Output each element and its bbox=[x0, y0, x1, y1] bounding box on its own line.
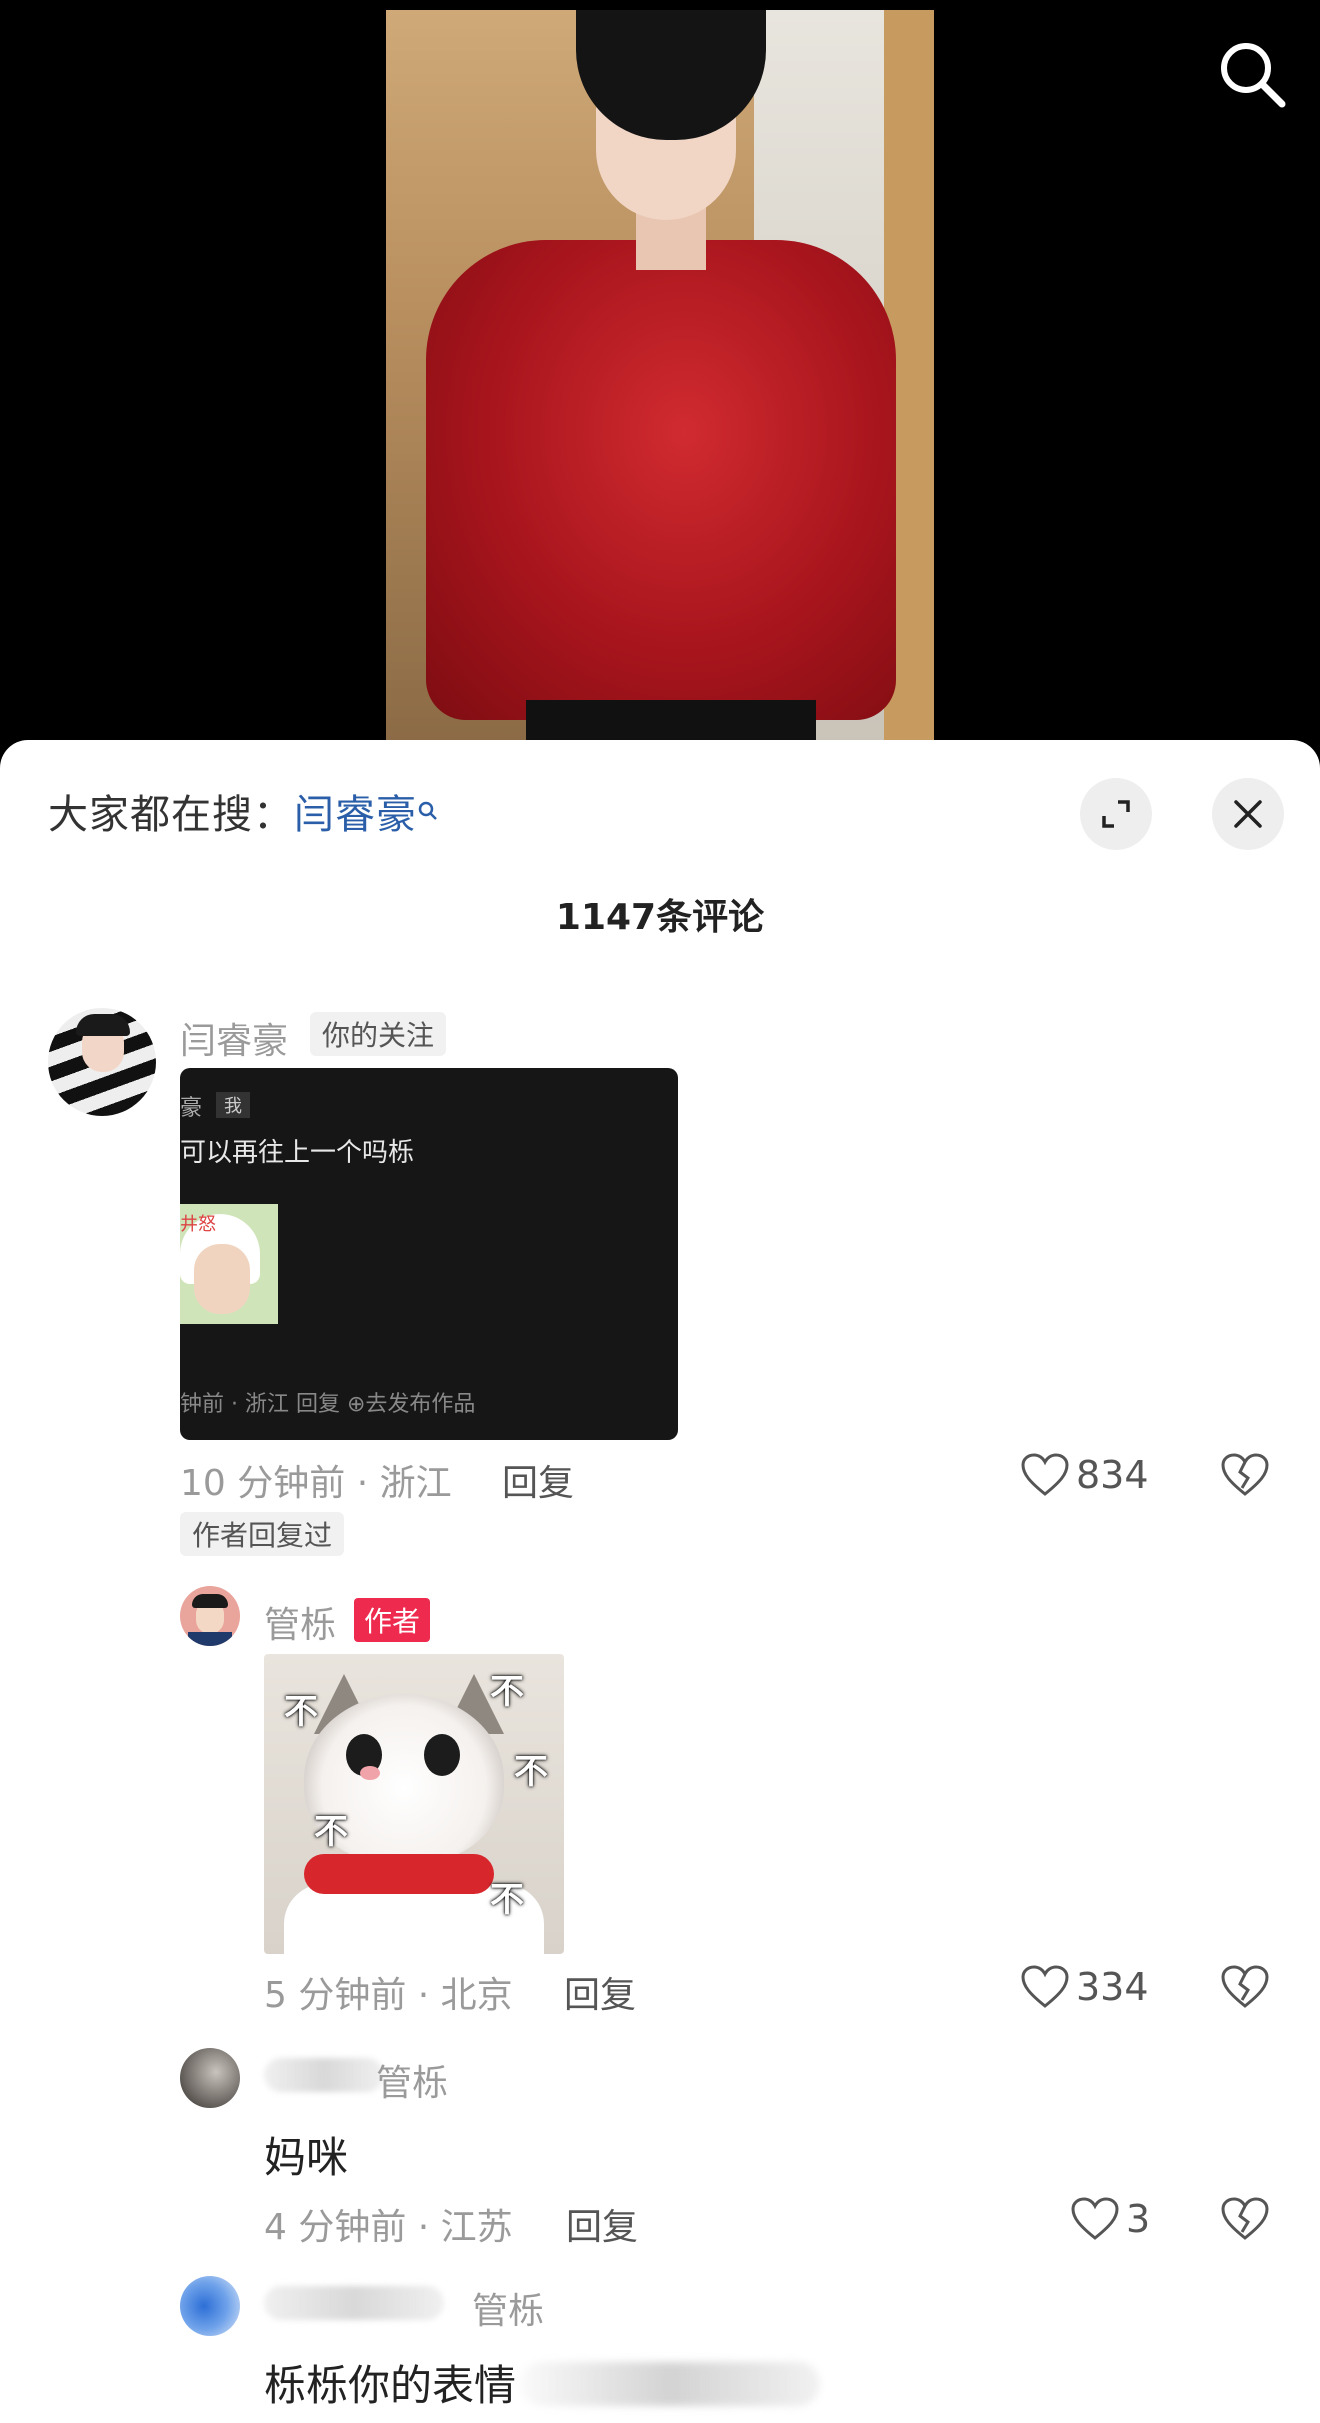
sticker-text: 不 bbox=[490, 1672, 524, 1712]
search-icon[interactable] bbox=[1214, 36, 1290, 112]
like-button[interactable]: 3 bbox=[1070, 2196, 1150, 2242]
sticker-text: 不 bbox=[514, 1752, 548, 1792]
dislike-button[interactable] bbox=[1220, 1964, 1270, 2014]
close-icon bbox=[1234, 800, 1262, 828]
like-count: 334 bbox=[1076, 1965, 1149, 2009]
author-tag: 作者 bbox=[354, 1598, 431, 1642]
like-button[interactable]: 834 bbox=[1020, 1452, 1149, 1498]
reply-button[interactable]: 回复 bbox=[564, 1966, 636, 2018]
like-count: 3 bbox=[1126, 2197, 1151, 2241]
cat-sticker[interactable]: 不 不 不 不 不 bbox=[264, 1654, 564, 1954]
reply-target[interactable]: 管栎 bbox=[472, 2282, 544, 2334]
screenshot-thumbnail: 井怒 bbox=[180, 1204, 278, 1324]
follow-tag: 你的关注 bbox=[310, 1012, 447, 1056]
reply-button[interactable]: 回复 bbox=[502, 1454, 574, 1506]
heart-icon bbox=[1071, 2197, 1119, 2240]
comment-author[interactable]: 管栎 bbox=[264, 1596, 336, 1648]
comment-time-location: 4 分钟前 · 江苏 bbox=[264, 2207, 513, 2248]
thumbnail-label: 井怒 bbox=[180, 1214, 216, 1235]
close-button[interactable] bbox=[1212, 778, 1284, 850]
expand-icon bbox=[1102, 800, 1130, 828]
broken-heart-icon bbox=[1221, 1965, 1269, 2008]
author-replied-tag: 作者回复过 bbox=[180, 1512, 345, 1556]
video-frame bbox=[386, 10, 934, 750]
sticker-text: 不 bbox=[284, 1692, 318, 1732]
expand-button[interactable] bbox=[1080, 778, 1152, 850]
reply-target[interactable]: 管栎 bbox=[376, 2054, 448, 2106]
broken-heart-icon bbox=[1221, 2197, 1269, 2240]
like-button[interactable]: 334 bbox=[1020, 1964, 1149, 2010]
reply-button[interactable]: 回复 bbox=[566, 2198, 638, 2250]
like-count: 834 bbox=[1076, 1453, 1149, 1497]
screenshot-me-tag: 我 bbox=[216, 1092, 250, 1118]
avatar[interactable] bbox=[180, 1586, 240, 1646]
comment-count: 1147条评论 bbox=[555, 897, 765, 938]
comment-text: 妈咪 bbox=[264, 2133, 349, 2182]
hot-search-keyword[interactable]: 闫睿豪 bbox=[294, 792, 417, 838]
heart-icon bbox=[1021, 1453, 1069, 1496]
hot-search-bar[interactable]: 大家都在搜：闫睿豪 bbox=[48, 782, 439, 840]
attached-screenshot[interactable]: 豪 我 可以再往上一个吗栎 井怒 钟前 · 浙江 回复 ⊕去发布作品 bbox=[180, 1068, 678, 1440]
avatar[interactable] bbox=[180, 2276, 240, 2336]
comment-time-location: 5 分钟前 · 北京 bbox=[264, 1975, 513, 2016]
broken-heart-icon bbox=[1221, 1453, 1269, 1496]
comment-time-location: 10 分钟前 · 浙江 bbox=[180, 1463, 452, 1504]
blurred-username bbox=[264, 2058, 384, 2092]
blurred-username bbox=[264, 2286, 444, 2320]
screenshot-name: 豪 bbox=[180, 1096, 203, 1121]
avatar[interactable] bbox=[180, 2048, 240, 2108]
heart-icon bbox=[1021, 1965, 1069, 2008]
watermark bbox=[520, 2362, 820, 2406]
comment-panel: 大家都在搜：闫睿豪 1147条评论 闫睿豪 你的关注 豪 我 可以再往上一个吗栎… bbox=[0, 740, 1320, 2423]
avatar[interactable] bbox=[48, 1008, 156, 1116]
sticker-text: 不 bbox=[490, 1880, 524, 1920]
sticker-text: 不 bbox=[314, 1812, 348, 1852]
video-player[interactable] bbox=[0, 0, 1320, 760]
dislike-button[interactable] bbox=[1220, 2196, 1270, 2246]
dislike-button[interactable] bbox=[1220, 1452, 1270, 1502]
comment-author[interactable]: 闫睿豪 bbox=[180, 1012, 288, 1064]
comment-text: 栎栎你的表情 bbox=[264, 2361, 517, 2410]
screenshot-text: 可以再往上一个吗栎 bbox=[180, 1138, 415, 1168]
screenshot-meta: 钟前 · 浙江 回复 ⊕去发布作品 bbox=[180, 1392, 476, 1417]
search-small-icon bbox=[417, 786, 439, 832]
hot-search-prefix: 大家都在搜： bbox=[48, 792, 294, 838]
